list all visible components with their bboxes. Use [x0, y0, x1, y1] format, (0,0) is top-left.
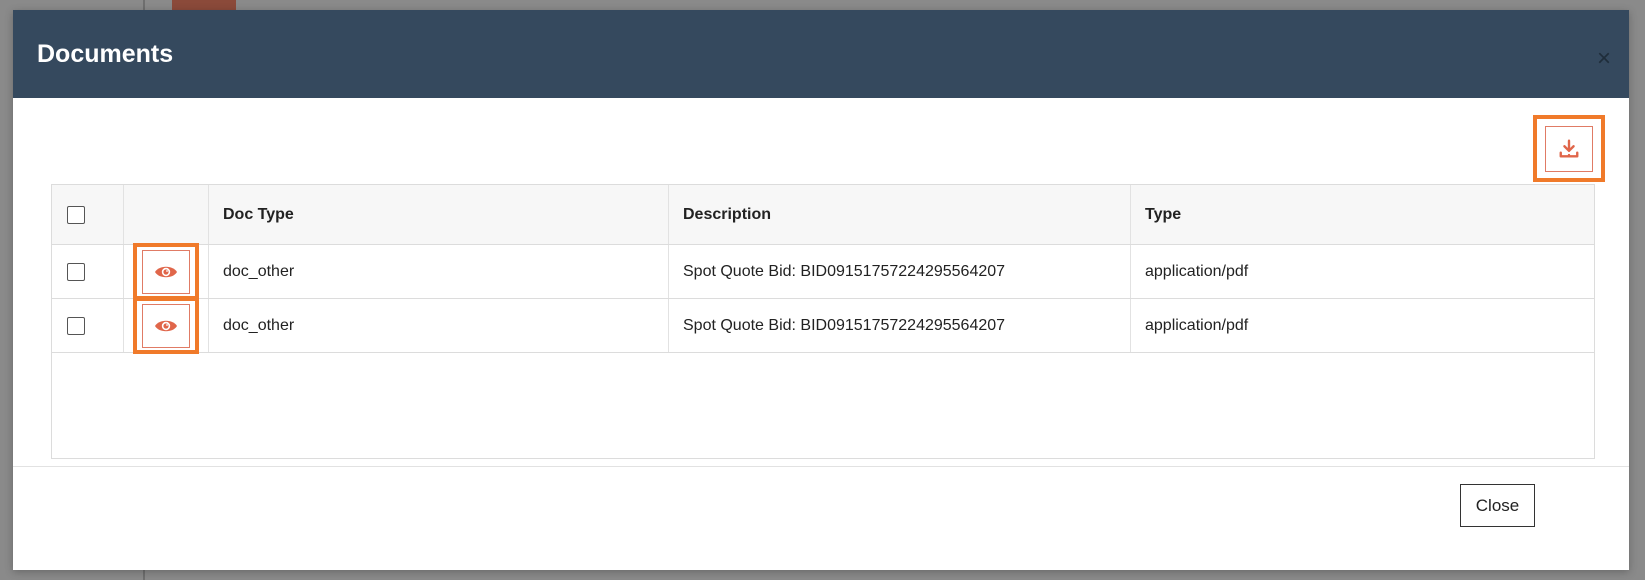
cell-description: Spot Quote Bid: BID09151757224295564207 — [669, 299, 1131, 352]
table-header-row: Doc Type Description Type — [52, 185, 1594, 245]
table-row: doc_other Spot Quote Bid: BID09151757224… — [52, 297, 1594, 354]
download-icon — [1559, 139, 1579, 158]
backdrop-tab — [172, 0, 236, 10]
cell-type: application/pdf — [1145, 316, 1249, 334]
column-header-description[interactable]: Description — [669, 185, 1131, 244]
modal-title: Documents — [37, 40, 174, 68]
close-icon[interactable]: × — [1593, 47, 1615, 71]
cell-type: application/pdf — [1145, 262, 1249, 280]
modal-header: Documents × — [13, 10, 1629, 98]
close-button[interactable]: Close — [1460, 484, 1535, 527]
row-checkbox[interactable] — [67, 316, 85, 335]
row-checkbox[interactable] — [67, 262, 85, 281]
documents-table: Doc Type Description Type doc_other Spot… — [51, 184, 1595, 459]
cell-doc-type: doc_other — [209, 245, 669, 298]
view-document-button[interactable] — [133, 297, 199, 354]
download-button[interactable] — [1533, 115, 1605, 182]
table-row: doc_other Spot Quote Bid: BID09151757224… — [52, 243, 1594, 300]
view-document-button[interactable] — [133, 243, 199, 300]
footer-divider — [13, 466, 1629, 467]
eye-icon — [155, 320, 177, 331]
column-header-type[interactable]: Type — [1131, 185, 1594, 244]
select-all-checkbox[interactable] — [67, 205, 85, 224]
eye-icon — [155, 266, 177, 277]
cell-doc-type: doc_other — [209, 299, 669, 352]
cell-description: Spot Quote Bid: BID09151757224295564207 — [669, 245, 1131, 298]
documents-modal: Documents × Doc Type Description Type do… — [13, 10, 1629, 570]
column-header-doc-type[interactable]: Doc Type — [209, 185, 669, 244]
